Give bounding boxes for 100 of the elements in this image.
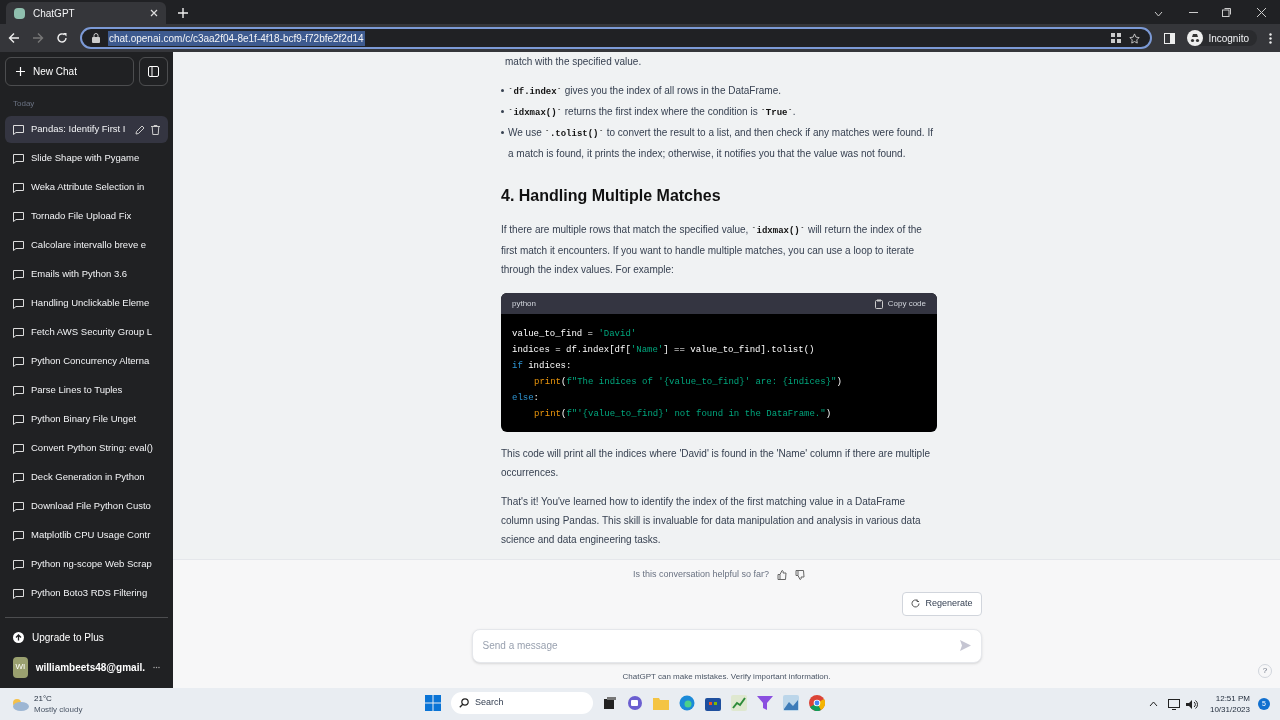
upgrade-button[interactable]: Upgrade to Plus bbox=[5, 624, 168, 650]
sidebar-toggle-button[interactable] bbox=[139, 57, 168, 86]
code-line: if indices: bbox=[512, 360, 573, 373]
chat-item[interactable]: Python Binary File Unget bbox=[5, 406, 168, 433]
chat-bubble-icon bbox=[13, 327, 24, 338]
lock-icon bbox=[92, 33, 100, 43]
chat-item[interactable]: Emails with Python 3.6 bbox=[5, 261, 168, 288]
funnel-icon[interactable] bbox=[757, 695, 773, 711]
code-language: python bbox=[512, 297, 537, 310]
chat-bubble-icon bbox=[13, 588, 24, 599]
address-bar[interactable]: chat.openai.com/c/c3aa2f04-8e1f-4f18-bcf9-f72bfe2f2d14 bbox=[80, 27, 1153, 49]
temperature: 21°C bbox=[34, 693, 53, 704]
chevron-down-icon[interactable] bbox=[1154, 11, 1163, 17]
paragraph: This code will print all the indices where 'David' is found in the 'Name' column if there are multiple occurrences. bbox=[501, 447, 931, 480]
arrow-up-circle-icon bbox=[13, 631, 24, 643]
star-icon[interactable] bbox=[1129, 32, 1141, 44]
network-icon[interactable] bbox=[1167, 698, 1180, 710]
back-icon[interactable] bbox=[8, 32, 20, 44]
profile-chip[interactable]: Incognito bbox=[1187, 30, 1257, 46]
chat-bubble-icon bbox=[13, 559, 24, 570]
chat-bubble-icon bbox=[13, 472, 24, 483]
code-line: else: bbox=[512, 392, 540, 405]
chat-bubble-icon bbox=[13, 298, 24, 309]
chat-item[interactable]: Fetch AWS Security Group L bbox=[5, 319, 168, 346]
search-icon bbox=[459, 698, 469, 708]
chat-item[interactable]: Python Concurrency Alterna bbox=[5, 348, 168, 375]
code-line: value_to_find = 'David' bbox=[512, 328, 638, 341]
chat-bubble-icon bbox=[13, 269, 24, 280]
clock-date: 10/31/2023 bbox=[1209, 704, 1250, 715]
chat-bubble-icon bbox=[13, 530, 24, 541]
close-icon[interactable] bbox=[150, 9, 158, 17]
section-heading: 4. Handling Multiple Matches bbox=[501, 186, 722, 206]
edge-browser-icon[interactable] bbox=[679, 695, 695, 711]
chat-item[interactable]: Python ng-scope Web Scrap bbox=[5, 551, 168, 578]
chart-app-icon[interactable] bbox=[731, 695, 747, 711]
thumbs-down-icon[interactable] bbox=[795, 569, 806, 580]
restore-icon[interactable] bbox=[1222, 8, 1231, 17]
chat-bubble-icon bbox=[13, 124, 24, 135]
new-chat-button[interactable]: New Chat bbox=[5, 57, 134, 86]
chat-bubble-icon bbox=[13, 356, 24, 367]
side-panel-icon[interactable] bbox=[1164, 32, 1176, 44]
feedback-prompt: Is this conversation helpful so far? bbox=[632, 568, 770, 581]
chatgpt-logo-icon bbox=[14, 7, 25, 19]
chat-bubble-icon bbox=[13, 501, 24, 512]
edit-icon[interactable] bbox=[135, 124, 145, 135]
store-icon[interactable] bbox=[705, 695, 721, 711]
regenerate-button[interactable]: Regenerate bbox=[902, 591, 982, 616]
task-view-icon[interactable] bbox=[603, 696, 617, 710]
qr-code-icon[interactable] bbox=[1111, 33, 1122, 43]
chat-bubble-icon bbox=[13, 240, 24, 251]
chat-item[interactable]: Python Boto3 RDS Filtering bbox=[5, 580, 168, 607]
forward-icon[interactable] bbox=[32, 32, 44, 44]
new-tab-icon[interactable] bbox=[178, 8, 188, 18]
chevron-up-icon[interactable] bbox=[1148, 701, 1158, 707]
refresh-icon bbox=[911, 599, 921, 608]
message-field[interactable]: Send a message bbox=[482, 638, 960, 653]
speaker-icon[interactable] bbox=[1185, 698, 1198, 710]
chat-bubble-icon bbox=[13, 182, 24, 193]
tab-title: ChatGPT bbox=[33, 6, 76, 21]
minimize-icon[interactable] bbox=[1189, 12, 1198, 14]
clipboard-icon bbox=[874, 298, 883, 309]
reload-icon[interactable] bbox=[56, 32, 68, 44]
disclaimer-text: ChatGPT can make mistakes. Verify important information. bbox=[622, 670, 831, 683]
close-window-icon[interactable] bbox=[1257, 8, 1266, 17]
copy-code-button[interactable]: Copy code bbox=[874, 297, 926, 310]
cloud-icon bbox=[10, 697, 30, 711]
chat-item[interactable]: Tornado File Upload Fix bbox=[5, 203, 168, 230]
chat-item[interactable]: Calcolare intervallo breve e bbox=[5, 232, 168, 259]
chat-item[interactable]: Deck Generation in Python bbox=[5, 464, 168, 491]
chat-item[interactable]: Slide Shape with Pygame bbox=[5, 145, 168, 172]
clock-time: 12:51 PM bbox=[1215, 693, 1250, 704]
paragraph: match with the specified value. bbox=[504, 55, 643, 69]
bullet-icon bbox=[501, 131, 504, 134]
delete-icon[interactable] bbox=[151, 124, 160, 135]
chat-item[interactable]: Weka Attribute Selection in bbox=[5, 174, 168, 201]
bullet-icon bbox=[501, 110, 504, 113]
message-input[interactable]: Send a message bbox=[471, 628, 982, 663]
chat-bubble-icon bbox=[13, 385, 24, 396]
chat-item[interactable]: Download File Python Custo bbox=[5, 493, 168, 520]
chat-item[interactable]: Parse Lines to Tuples bbox=[5, 377, 168, 404]
thumbs-up-icon[interactable] bbox=[777, 569, 788, 580]
plus-icon bbox=[16, 67, 25, 76]
windows-start-icon[interactable] bbox=[425, 695, 441, 711]
chat-item[interactable]: Convert Python String: eval() bbox=[5, 435, 168, 462]
chat-item[interactable]: Handling Unclickable Eleme bbox=[5, 290, 168, 317]
chat-item[interactable]: Pandas: Identify First I bbox=[5, 116, 168, 143]
browser-tab[interactable]: ChatGPT bbox=[6, 2, 166, 24]
code-line: print(f"'{value_to_find}' not found in the DataFrame.") bbox=[533, 408, 833, 421]
chat-item[interactable]: Matplotlib CPU Usage Contr bbox=[5, 522, 168, 549]
more-icon[interactable] bbox=[1269, 32, 1272, 44]
taskbar-search[interactable]: Search bbox=[451, 692, 593, 714]
chat-app-icon[interactable] bbox=[627, 695, 643, 711]
chrome-icon[interactable] bbox=[809, 695, 825, 711]
url-text[interactable]: chat.openai.com/c/c3aa2f04-8e1f-4f18-bcf9-f72bfe2f2d14 bbox=[108, 30, 365, 46]
image-app-icon[interactable] bbox=[783, 695, 799, 711]
more-icon[interactable] bbox=[153, 665, 160, 669]
chat-bubble-icon bbox=[13, 443, 24, 454]
chat-bubble-icon bbox=[13, 211, 24, 222]
list-item: `df.index` gives you the index of all rows in the DataFrame. bbox=[508, 84, 781, 99]
account-row[interactable]: WI williambeets48@gmail. bbox=[5, 652, 168, 682]
